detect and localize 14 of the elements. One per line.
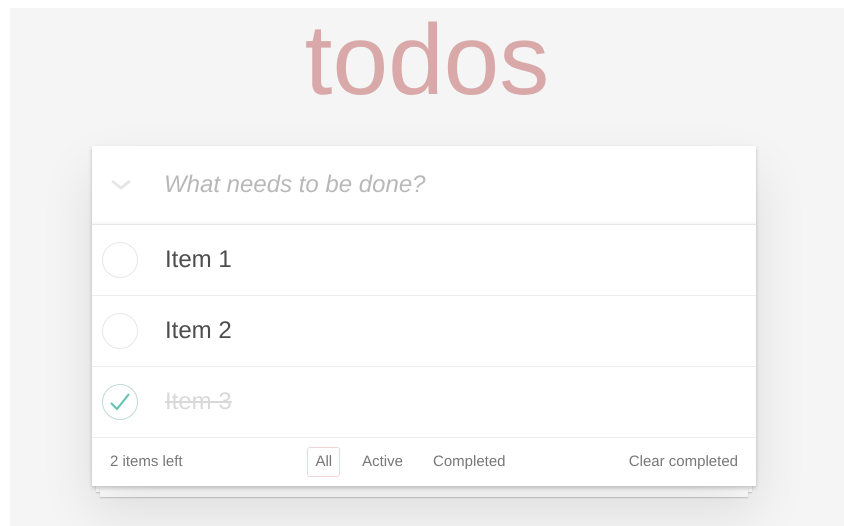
checkmark-icon [109, 392, 131, 412]
todo-checkbox[interactable] [102, 242, 138, 278]
app-title: todos [304, 10, 550, 118]
clear-completed-button[interactable]: Clear completed [628, 450, 738, 474]
todo-checkbox[interactable] [102, 384, 138, 420]
filter-link[interactable]: Completed [424, 446, 514, 478]
todo-label: Item 2 [165, 316, 232, 346]
items-left-count: 2 items left [110, 452, 184, 472]
todo-label: Item 1 [165, 245, 232, 275]
new-todo-field[interactable]: What needs to be done? [164, 146, 756, 224]
filter-link[interactable]: Active [354, 446, 411, 478]
chevron-down-icon[interactable] [110, 179, 132, 191]
filter-link[interactable]: All [307, 446, 340, 478]
todo-checkbox[interactable] [102, 313, 138, 349]
